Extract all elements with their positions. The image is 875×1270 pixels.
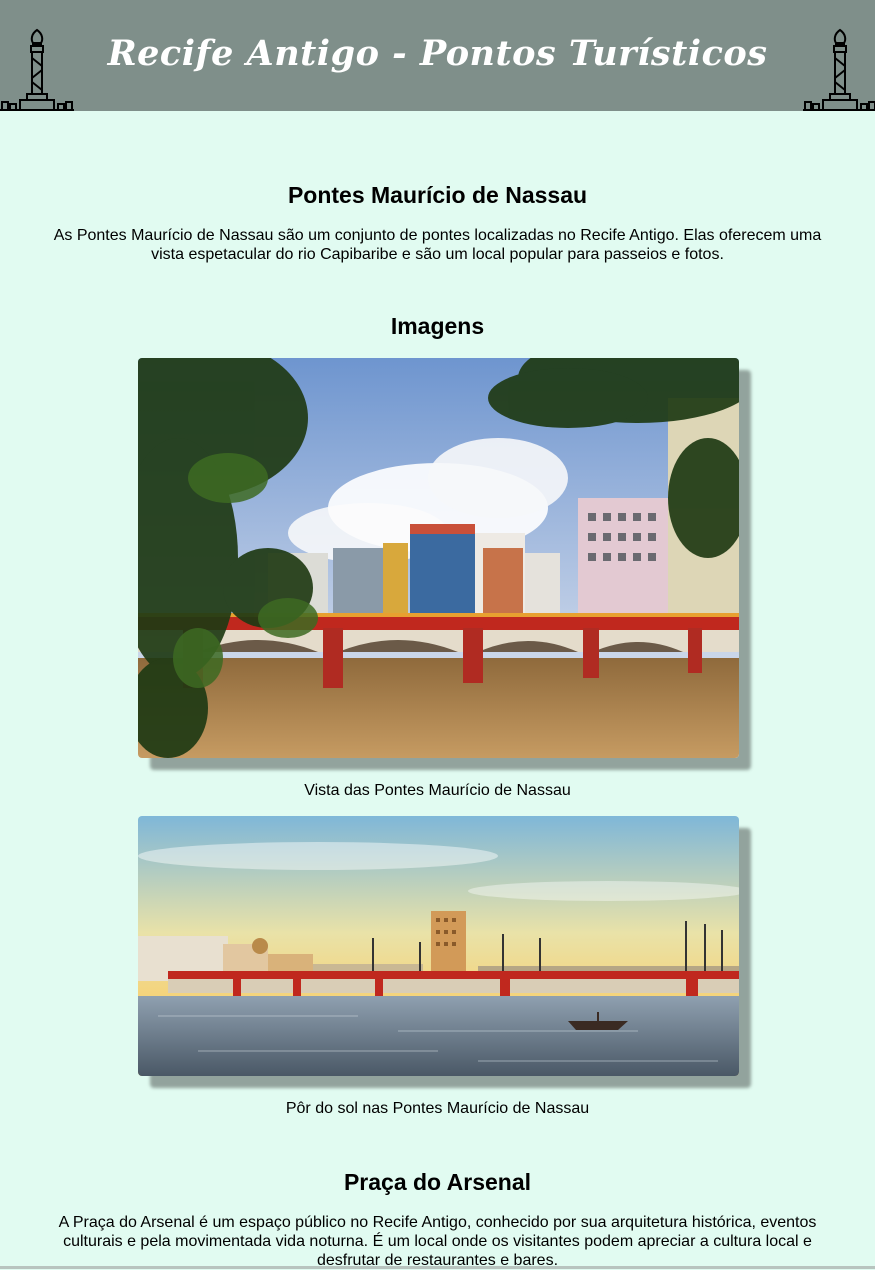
site-title: Recife Antigo - Pontos Turísticos [107,33,768,74]
image-caption: Pôr do sol nas Pontes Maurício de Nassau [285,1100,590,1117]
section-description-pontes: As Pontes Maurício de Nassau são um conj… [53,227,822,263]
bridge-photo-sunset [138,816,739,1076]
section-title-pontes: Pontes Maurício de Nassau [287,182,588,208]
tower-icon [803,28,875,111]
image-caption: Vista das Pontes Maurício de Nassau [304,782,571,799]
bridge-photo-day [138,358,739,758]
section-title-praca: Praça do Arsenal [343,1169,532,1195]
gallery-title: Imagens [390,313,485,339]
page-header: Recife Antigo - Pontos Turísticos [0,0,875,111]
section-description-praca: A Praça do Arsenal é um espaço público n… [58,1214,817,1269]
